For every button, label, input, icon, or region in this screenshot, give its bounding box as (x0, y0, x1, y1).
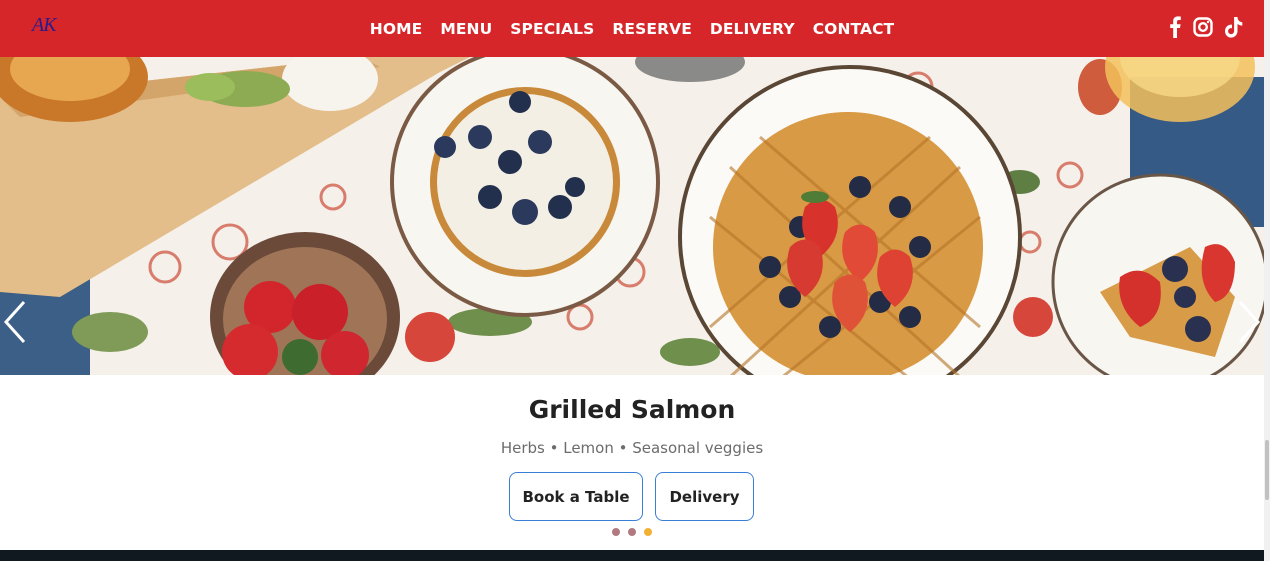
carousel-prev-icon[interactable] (0, 296, 34, 346)
hero-food-image (0, 57, 1264, 375)
nav-delivery[interactable]: DELIVERY (710, 20, 795, 38)
slide-title: Grilled Salmon (528, 395, 736, 424)
scrollbar-thumb[interactable] (1265, 440, 1269, 500)
slide-subtitle: Herbs • Lemon • Seasonal veggies (500, 439, 764, 457)
footer-strip (0, 550, 1264, 561)
delivery-button[interactable]: Delivery (655, 472, 754, 521)
facebook-icon[interactable] (1169, 16, 1181, 38)
carousel-dot-3[interactable] (644, 528, 652, 536)
social-links (1169, 16, 1243, 38)
hero-caption: Grilled Salmon Herbs • Lemon • Seasonal … (0, 375, 1264, 550)
nav-menu[interactable]: MENU (440, 20, 492, 38)
hero-carousel (0, 57, 1264, 375)
nav-reserve[interactable]: RESERVE (612, 20, 692, 38)
instagram-icon[interactable] (1193, 17, 1213, 37)
tiktok-icon[interactable] (1225, 16, 1243, 38)
main-nav: HOME MENU SPECIALS RESERVE DELIVERY CONT… (0, 0, 1264, 57)
nav-specials[interactable]: SPECIALS (510, 20, 594, 38)
navbar: AK HOME MENU SPECIALS RESERVE DELIVERY C… (0, 0, 1264, 57)
carousel-dot-1[interactable] (612, 528, 620, 536)
book-table-button[interactable]: Book a Table (509, 472, 643, 521)
carousel-indicators (612, 528, 652, 536)
carousel-next-icon[interactable] (1230, 296, 1264, 346)
nav-home[interactable]: HOME (370, 20, 423, 38)
carousel-dot-2[interactable] (628, 528, 636, 536)
nav-contact[interactable]: CONTACT (813, 20, 895, 38)
